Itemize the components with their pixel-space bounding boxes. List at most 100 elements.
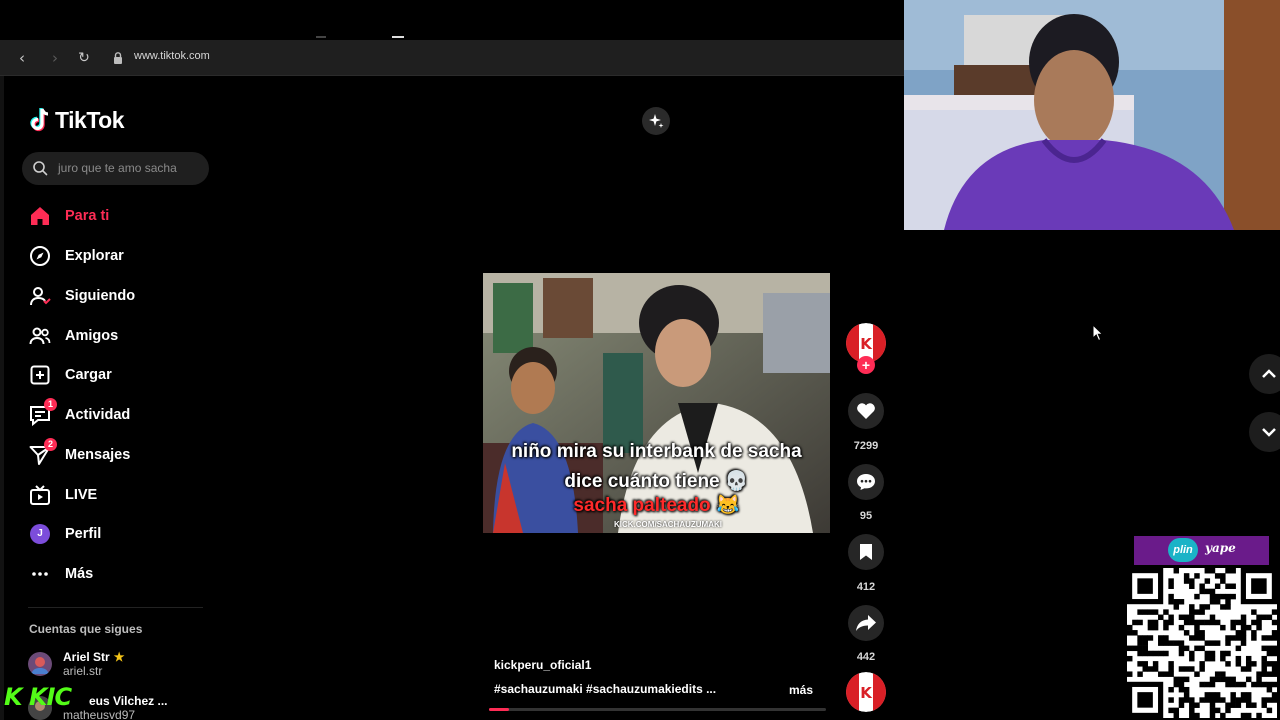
search-input[interactable]: juro que te amo sacha: [22, 152, 209, 185]
video-progress-bar[interactable]: [489, 708, 826, 711]
sidebar-item-explorar[interactable]: Explorar: [28, 242, 208, 270]
sidebar-item-label: Más: [65, 566, 94, 582]
account-name: Ariel Str: [63, 650, 110, 664]
messages-badge: 2: [44, 438, 57, 451]
sidebar-item-label: Explorar: [65, 248, 124, 264]
following-account[interactable]: Ariel Str ★ ariel.str: [28, 650, 124, 678]
follow-button[interactable]: +: [857, 356, 875, 374]
sparkle-button[interactable]: [642, 107, 670, 135]
kick-stream-overlay: K KIC: [4, 683, 72, 711]
more-icon: [32, 572, 48, 576]
sidebar-item-label: Cargar: [65, 367, 112, 383]
video-watermark: KICK.COM/SACHAUZUMAKI: [614, 520, 722, 529]
sidebar-item-label: Perfil: [65, 526, 102, 542]
forward-button[interactable]: ›: [45, 48, 65, 68]
share-button[interactable]: [848, 605, 884, 641]
video-player[interactable]: niño mira su interbank de sacha dice cuá…: [483, 273, 830, 533]
heart-icon: [857, 403, 875, 419]
account-name-row: Ariel Str ★: [63, 650, 124, 664]
sidebar-item-label: Amigos: [65, 328, 119, 344]
avatar-letter: J: [30, 524, 50, 544]
tab-indicator-active: [392, 36, 404, 38]
address-bar: ‹ › ↻ www.tiktok.com: [0, 40, 904, 76]
tiktok-logo-icon: [30, 108, 49, 132]
sidebar-item-label: Para ti: [65, 208, 110, 224]
svg-text:K: K: [860, 335, 873, 353]
activity-icon-wrap: 1: [28, 398, 57, 427]
next-video-button[interactable]: [1249, 412, 1280, 452]
home-icon: [31, 207, 49, 225]
activity-badge: 1: [44, 398, 57, 411]
page-edge: [0, 76, 4, 720]
like-button[interactable]: [848, 393, 884, 429]
sidebar-item-cargar[interactable]: Cargar: [28, 361, 208, 389]
logo-text: TikTok: [55, 106, 125, 133]
payment-banner: [1134, 536, 1269, 565]
webcam-feed: [904, 0, 1280, 230]
yape-logo: yape: [1205, 541, 1236, 555]
svg-text:K: K: [860, 684, 873, 702]
share-count: 442: [856, 651, 876, 663]
comment-count: 95: [859, 510, 873, 522]
avatar-image: [28, 652, 52, 676]
save-button[interactable]: [848, 534, 884, 570]
plin-logo: plin: [1168, 538, 1198, 562]
url-text[interactable]: www.tiktok.com: [134, 50, 210, 62]
reload-button[interactable]: ↻: [74, 48, 94, 68]
video-progress-fill: [489, 708, 510, 711]
sidebar-item-amigos[interactable]: Amigos: [28, 322, 208, 350]
comment-icon: [857, 474, 875, 490]
comment-button[interactable]: [848, 464, 884, 500]
account-handle: ariel.str: [63, 664, 103, 678]
sidebar-item-live[interactable]: LIVE: [28, 481, 208, 509]
save-count: 412: [856, 581, 876, 593]
browser-tab-strip: [0, 0, 904, 40]
account-name: eus Vilchez ...: [89, 694, 168, 708]
video-author[interactable]: kickperu_oficial1: [494, 658, 591, 672]
sidebar-item-para-ti[interactable]: Para ti: [28, 202, 208, 230]
bookmark-icon: [860, 544, 872, 560]
video-caption-line: dice cuánto tiene 💀: [564, 471, 749, 492]
chevron-down-icon: [1262, 428, 1276, 437]
share-icon: [856, 615, 876, 631]
following-icon: [30, 287, 51, 306]
sparkle-icon: [649, 114, 664, 128]
account-handle: matheusvd97: [63, 708, 136, 720]
sidebar-item-mas[interactable]: Más: [28, 560, 208, 588]
previous-video-button[interactable]: [1249, 354, 1280, 394]
sidebar-item-label: Actividad: [65, 407, 131, 423]
sidebar-item-actividad[interactable]: 1 Actividad: [28, 398, 208, 429]
qr-code-icon: [1127, 568, 1277, 718]
friends-icon: [29, 327, 51, 345]
sidebar-item-label: LIVE: [65, 487, 98, 503]
profile-avatar: J: [28, 522, 52, 546]
more-description-link[interactable]: más: [789, 683, 813, 697]
live-icon: [30, 485, 50, 505]
sound-disc[interactable]: K: [846, 672, 886, 712]
video-hashtags[interactable]: #sachauzumaki #sachauzumakiedits ...: [494, 682, 716, 696]
sidebar-item-label: Siguiendo: [65, 288, 136, 304]
tab-indicator: [316, 36, 326, 38]
kick-sound-icon: K: [846, 672, 886, 712]
following-section-title: Cuentas que sigues: [29, 622, 143, 636]
webcam-image: [904, 0, 1280, 230]
mouse-cursor-icon: [1092, 324, 1104, 342]
back-button[interactable]: ‹: [12, 48, 32, 68]
like-count: 7299: [853, 440, 879, 452]
search-icon[interactable]: [32, 160, 48, 176]
upload-icon: [30, 365, 50, 385]
lock-icon[interactable]: [111, 51, 125, 65]
sidebar-item-label: Mensajes: [65, 447, 131, 463]
sidebar-item-perfil[interactable]: J Perfil: [28, 520, 208, 548]
sidebar-item-siguiendo[interactable]: Siguiendo: [28, 282, 208, 310]
sidebar-item-mensajes[interactable]: 2 Mensajes: [28, 438, 208, 469]
messages-icon-wrap: 2: [28, 438, 57, 467]
star-icon: ★: [113, 650, 125, 664]
compass-icon: [30, 246, 50, 266]
tiktok-logo[interactable]: TikTok: [29, 106, 125, 134]
avatar: [28, 652, 52, 676]
video-caption-line: sacha palteado 😹: [573, 495, 740, 516]
chevron-up-icon: [1262, 369, 1276, 378]
sidebar-divider: [28, 607, 203, 608]
video-caption-line: niño mira su interbank de sacha: [511, 441, 802, 462]
